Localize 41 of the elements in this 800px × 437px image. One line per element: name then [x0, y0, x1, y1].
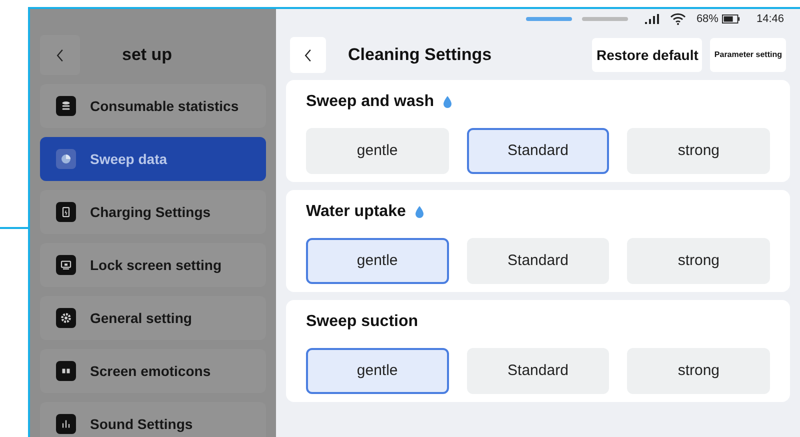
option-button[interactable]: gentle	[306, 128, 449, 174]
option-button[interactable]: gentle	[306, 238, 449, 284]
sidebar-item[interactable]: Sound Settings	[40, 402, 266, 437]
battery-icon	[56, 202, 76, 222]
wifi-icon	[670, 13, 686, 25]
option-button[interactable]: strong	[627, 348, 770, 394]
sidebar-item[interactable]: Charging Settings	[40, 190, 266, 234]
database-icon	[56, 96, 76, 116]
option-button[interactable]: gentle	[306, 348, 449, 394]
pie-chart-icon	[56, 149, 76, 169]
sidebar-item[interactable]: Lock screen setting	[40, 243, 266, 287]
option-button[interactable]: strong	[627, 128, 770, 174]
option-button[interactable]: Standard	[466, 348, 610, 394]
section-title: Sweep and wash	[306, 92, 434, 112]
progress-pill	[582, 17, 628, 21]
page-title: Cleaning Settings	[348, 44, 492, 66]
option-button[interactable]: strong	[627, 238, 770, 284]
sidebar-item[interactable]: General setting	[40, 296, 266, 340]
clock-time: 14:46	[756, 12, 784, 27]
battery-icon	[722, 14, 740, 24]
square-eyes-icon	[56, 361, 76, 381]
restore-default-button[interactable]: Restore default	[592, 38, 702, 72]
parameter-setting-button[interactable]: Parameter setting	[710, 38, 786, 72]
sidebar-item[interactable]: Screen emoticons	[40, 349, 266, 393]
equalizer-icon	[56, 414, 76, 434]
sidebar-item[interactable]: Consumable statistics	[40, 84, 266, 128]
chevron-left-icon	[56, 48, 64, 62]
back-button[interactable]	[40, 35, 80, 75]
sidebar-item[interactable]: Sweep data	[40, 137, 266, 181]
section-title: Water uptake	[306, 202, 406, 222]
gear-icon	[56, 308, 76, 328]
battery-percent: 68%	[696, 12, 718, 27]
sidebar-title: set up	[122, 44, 172, 66]
progress-pill	[526, 17, 572, 21]
option-button[interactable]: Standard	[466, 128, 610, 174]
section-title: Sweep suction	[306, 312, 418, 332]
monitor-lock-icon	[56, 255, 76, 275]
chevron-left-icon	[304, 48, 312, 62]
back-button[interactable]	[290, 37, 326, 73]
signal-icon	[644, 13, 660, 25]
option-button[interactable]: Standard	[466, 238, 610, 284]
